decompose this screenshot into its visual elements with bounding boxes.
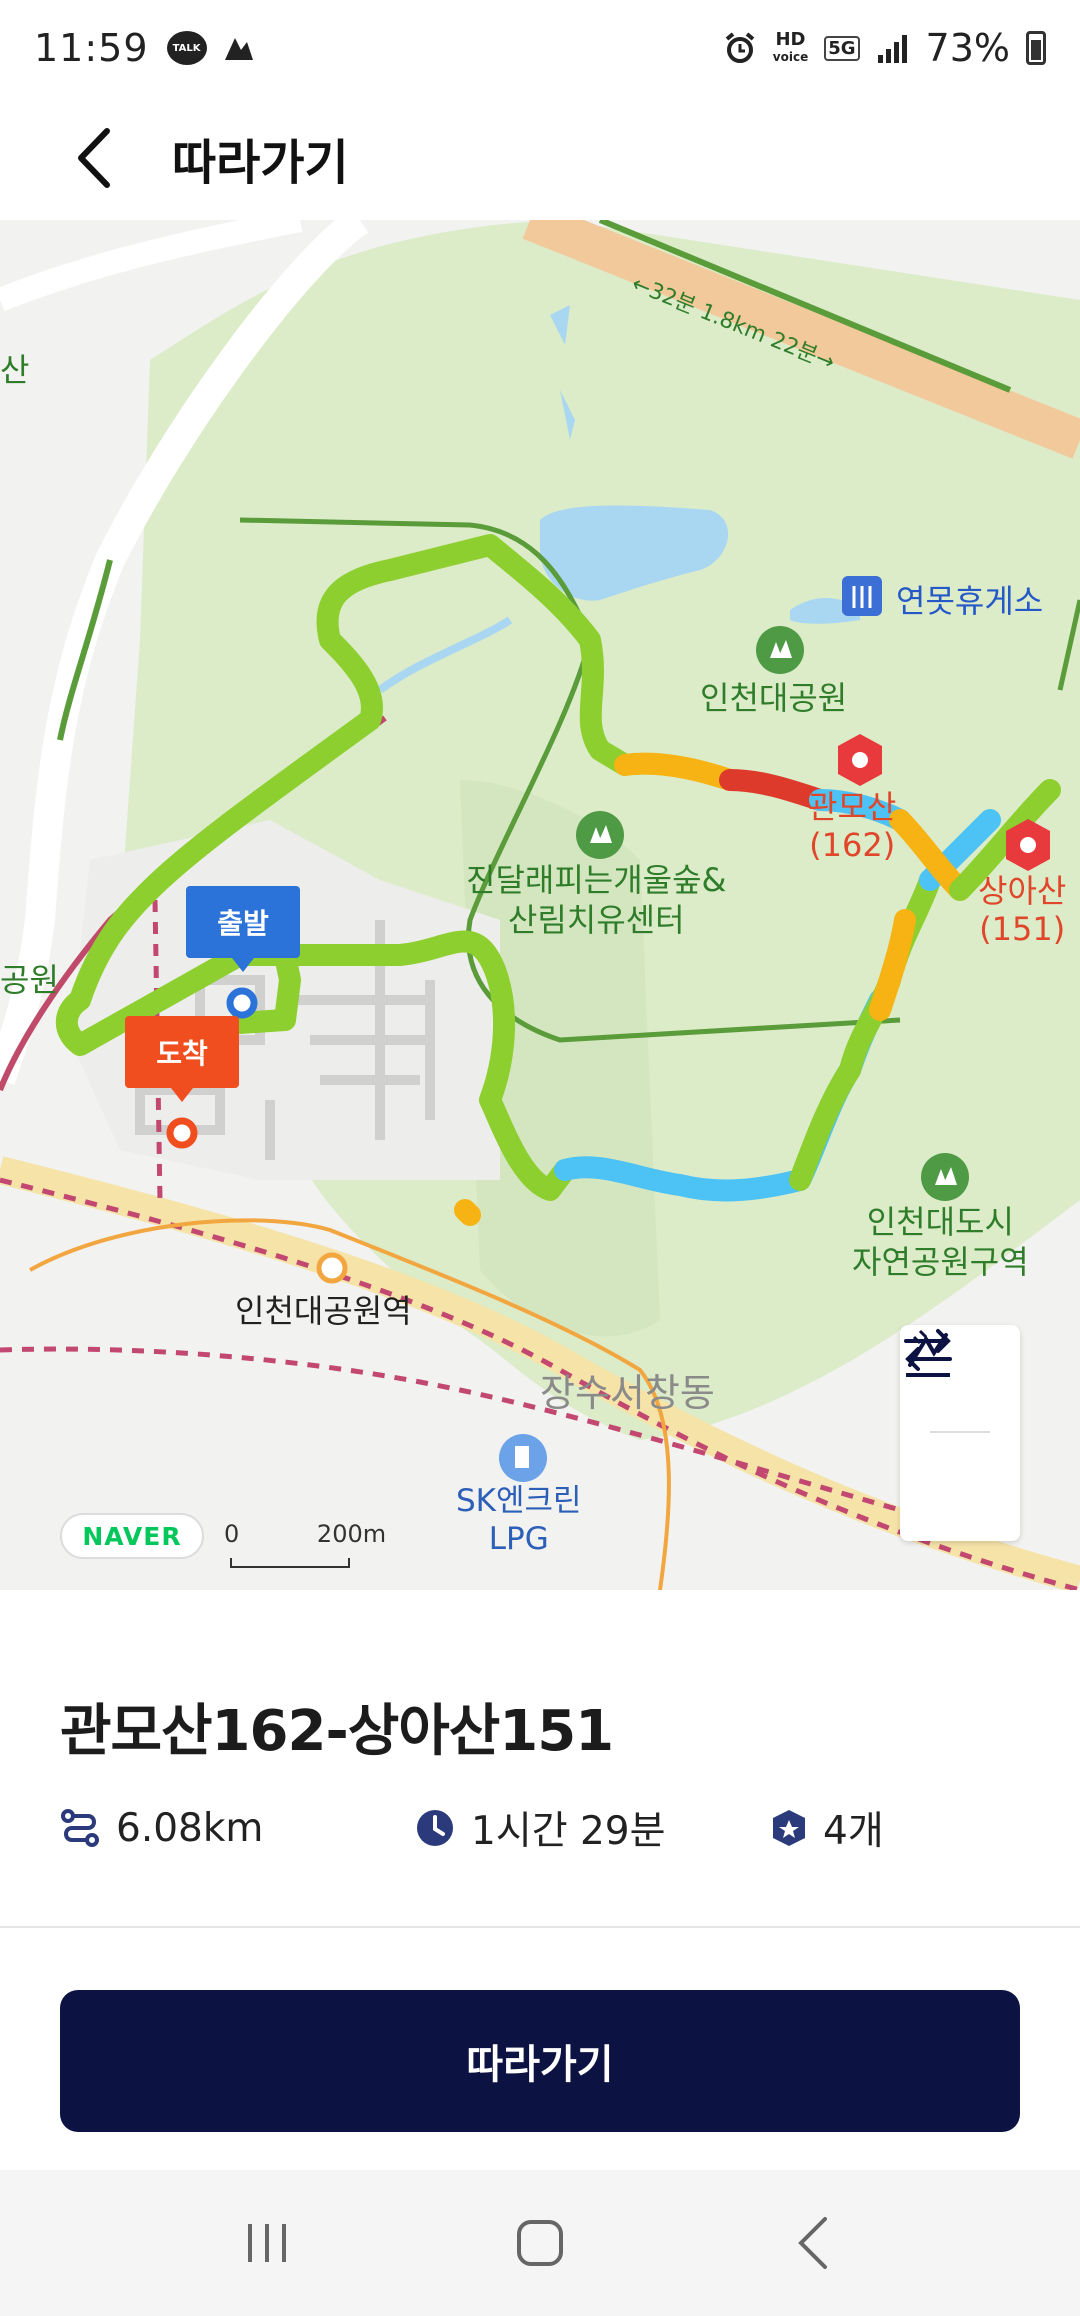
gas-station-icon xyxy=(499,1434,547,1482)
label-peak-2[interactable]: 상아산 (151) xyxy=(978,872,1066,948)
start-tag[interactable]: 출발 xyxy=(186,886,300,958)
alarm-icon xyxy=(725,32,755,63)
chevron-left-icon xyxy=(78,128,110,188)
label-peak-1[interactable]: 관모산 (162) xyxy=(808,788,896,864)
page-title: 따라가기 xyxy=(172,135,349,191)
station-icon xyxy=(316,1252,348,1284)
hd-voice-icon: HD voice xyxy=(772,28,809,65)
system-nav-bar xyxy=(0,2170,1080,2316)
home-icon xyxy=(516,2220,563,2266)
section-divider xyxy=(0,1926,1080,1928)
peaks-value: 4개 xyxy=(823,1809,884,1854)
label-station[interactable]: 인천대공원역 xyxy=(235,1286,412,1332)
restaurant-icon xyxy=(842,576,882,616)
back-icon xyxy=(798,2217,828,2269)
label-rest-area[interactable]: 연못휴게소 xyxy=(896,576,1043,622)
swap-arrows-icon xyxy=(904,1329,952,1371)
side-road xyxy=(0,220,303,312)
naver-logo: NAVER xyxy=(60,1513,204,1559)
label-gas-line2: LPG xyxy=(488,1521,549,1557)
home-button[interactable] xyxy=(480,2193,600,2293)
start-point xyxy=(226,987,258,1019)
course-info-sheet: 관모산162-상아산151 6.08km 1시간 29분 4개 따라가기 xyxy=(0,1590,1080,2170)
scale-bar xyxy=(230,1558,350,1568)
scale-zero: 0 xyxy=(224,1520,240,1548)
label-peak-2-height: (151) xyxy=(979,910,1066,948)
label-park[interactable]: 인천대공원 xyxy=(700,678,847,718)
status-right-icons: HD voice 5G 73% xyxy=(723,26,1046,70)
label-forest-center[interactable]: 진달래피는개울숲& 산림치유센터 xyxy=(466,860,726,940)
end-tag-pointer xyxy=(171,1088,193,1102)
route-segment-orange-4 xyxy=(454,1199,481,1226)
status-left-icons: TALK xyxy=(166,30,257,66)
label-forest-center-line1: 진달래피는개울숲& xyxy=(466,861,727,899)
clock-icon xyxy=(417,1810,453,1846)
scale-labels: 0 200m xyxy=(224,1520,386,1548)
battery-icon xyxy=(1026,31,1046,65)
tree-icon-park xyxy=(756,626,804,674)
stat-peaks: 4개 xyxy=(771,1800,884,1856)
distance-value: 6.08km xyxy=(116,1805,264,1851)
label-forest-center-line2: 산림치유센터 xyxy=(507,901,685,939)
label-urban-park[interactable]: 인천대도시 자연공원구역 xyxy=(852,1202,1029,1282)
label-urban-park-line1: 인천대도시 xyxy=(866,1203,1014,1241)
course-stats: 6.08km 1시간 29분 4개 xyxy=(60,1800,884,1856)
app-notification-icon xyxy=(224,38,253,60)
status-time: 11:59 xyxy=(34,26,149,70)
recent-apps-button[interactable] xyxy=(207,2193,327,2293)
course-title: 관모산162-상아산151 xyxy=(60,1699,614,1764)
peak-badge-icon xyxy=(773,1810,805,1846)
system-back-button[interactable] xyxy=(753,2193,873,2293)
voice-label: voice xyxy=(772,49,809,64)
label-left-edge-mid: 공원 xyxy=(0,961,59,999)
hd-label: HD xyxy=(775,28,806,50)
app-header: 따라가기 xyxy=(0,96,1080,220)
end-tag[interactable]: 도착 xyxy=(125,1016,239,1088)
end-point xyxy=(166,1117,198,1149)
follow-route-button[interactable]: 따라가기 xyxy=(60,1990,1020,2132)
status-bar: 11:59 TALK HD voice 5G 73% xyxy=(0,0,1080,96)
label-peak-2-name: 상아산 xyxy=(978,872,1067,910)
reverse-route-button[interactable] xyxy=(900,1329,1020,1539)
stat-distance: 6.08km xyxy=(60,1806,415,1851)
duration-value: 1시간 29분 xyxy=(471,1809,666,1854)
start-tag-pointer xyxy=(232,958,254,972)
route-map[interactable]: 산 공원 ←32분 1.8km 22분→ 연못휴게소 인천대공원 진달래피는개울… xyxy=(0,220,1080,1590)
map-controls xyxy=(900,1325,1020,1541)
route-distance-icon xyxy=(61,1809,99,1847)
label-left-edge-top: 산 xyxy=(0,351,30,389)
tree-icon-forest xyxy=(576,811,624,859)
label-urban-park-line2: 자연공원구역 xyxy=(852,1243,1029,1281)
recent-apps-icon xyxy=(247,2224,286,2262)
label-gas-line1: SK엔크린 xyxy=(456,1483,582,1519)
back-button[interactable] xyxy=(48,113,138,203)
battery-percent: 73% xyxy=(925,26,1010,70)
tree-icon-urban-park xyxy=(921,1153,969,1201)
network-5g-icon: 5G xyxy=(824,35,860,61)
label-district: 장수서창동 xyxy=(540,1371,715,1415)
label-gas-station[interactable]: SK엔크린 LPG xyxy=(456,1482,582,1558)
label-peak-1-name: 관모산 xyxy=(808,788,897,826)
stat-duration: 1시간 29분 xyxy=(415,1800,771,1856)
scale-distance: 200m xyxy=(316,1520,387,1548)
signal-icon xyxy=(877,35,907,63)
label-peak-1-height: (162) xyxy=(809,826,896,864)
kakaotalk-icon: TALK xyxy=(166,31,207,65)
